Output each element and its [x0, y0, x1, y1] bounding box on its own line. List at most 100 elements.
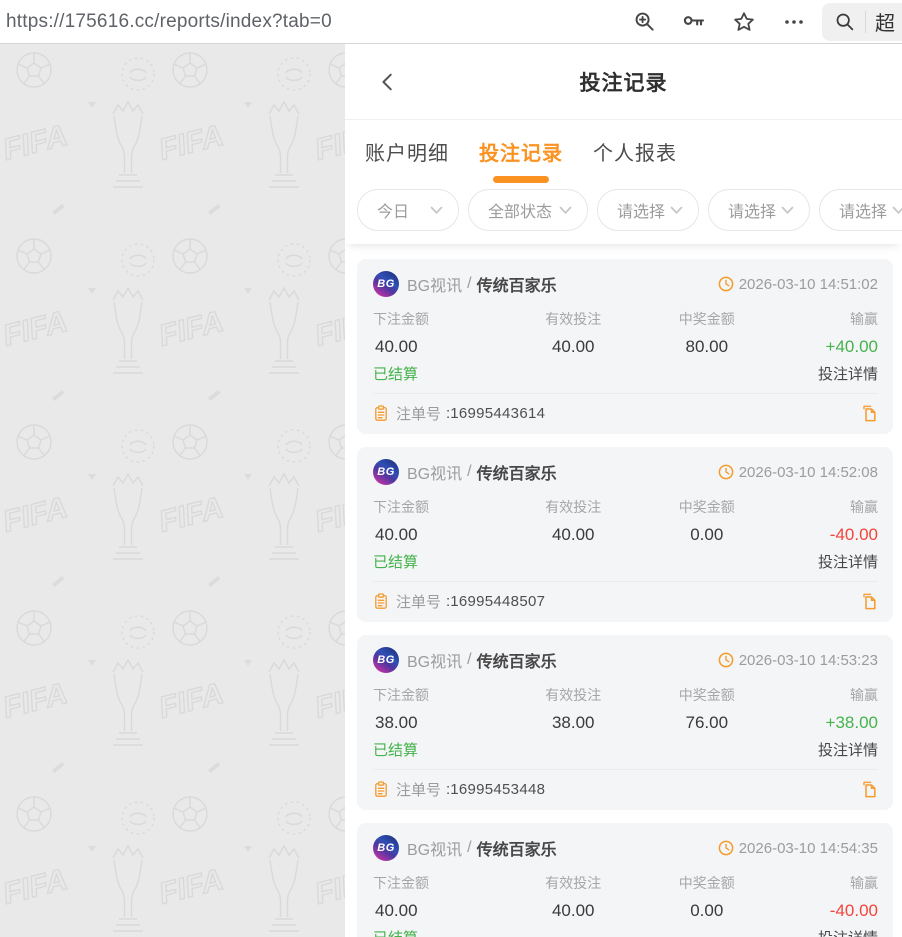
order-number-label: 注单号 — [396, 779, 441, 800]
bet-record-card: BG BG视讯 / 传统百家乐 2026-03-10 14:52:08 下注金额… — [357, 447, 893, 622]
bet-amount-value: 38.00 — [373, 713, 507, 733]
copy-order-icon[interactable] — [860, 592, 878, 611]
win-amount-label: 中奖金额 — [640, 685, 774, 705]
copy-order-icon[interactable] — [860, 780, 878, 799]
status-badge: 已结算 — [373, 363, 418, 384]
tab-underline — [607, 176, 663, 183]
tab-label: 账户明细 — [365, 137, 449, 166]
bet-time: 2026-03-10 14:51:02 — [739, 276, 878, 293]
tab-personal-report[interactable]: 个人报表 — [593, 137, 677, 186]
order-number-value: 16995443614 — [450, 405, 545, 422]
filter-label: 请选择 — [839, 198, 887, 222]
browser-address-bar: https://175616.cc/reports/index?tab=0 — [0, 0, 902, 44]
valid-bet-value: 38.00 — [507, 713, 641, 733]
order-note-icon — [373, 405, 389, 422]
copy-order-icon[interactable] — [860, 404, 878, 423]
more-menu-icon[interactable] — [782, 10, 806, 34]
status-badge: 已结算 — [373, 927, 418, 937]
fifa-watermark-background: FIFA — [0, 44, 345, 937]
tab-label: 个人报表 — [593, 137, 677, 166]
bookmark-star-icon[interactable] — [732, 10, 756, 34]
win-amount-value: 80.00 — [640, 337, 774, 357]
filter-date-dropdown[interactable]: 今日 — [357, 189, 459, 231]
profit-label: 输赢 — [774, 497, 878, 517]
valid-bet-label: 有效投注 — [507, 309, 641, 329]
back-chevron-icon — [377, 71, 399, 93]
provider-logo: BG — [373, 835, 399, 861]
bet-details-link[interactable]: 投注详情 — [818, 739, 878, 760]
bet-details-link[interactable]: 投注详情 — [818, 551, 878, 572]
filter-select-dropdown-3[interactable]: 请选择 — [819, 189, 902, 231]
search-query-text: 超 — [875, 7, 895, 36]
tab-underline — [493, 176, 549, 183]
search-separator — [865, 11, 866, 33]
valid-bet-label: 有效投注 — [507, 873, 641, 893]
profit-value: -40.00 — [774, 525, 878, 545]
provider-logo: BG — [373, 647, 399, 673]
profit-label: 输赢 — [774, 873, 878, 893]
url-display[interactable]: https://175616.cc/reports/index?tab=0 — [6, 11, 332, 33]
bet-record-list: BG BG视讯 / 传统百家乐 2026-03-10 14:51:02 下注金额… — [345, 244, 902, 937]
tab-account-detail[interactable]: 账户明细 — [365, 137, 449, 186]
filter-label: 请选择 — [617, 198, 665, 222]
provider-logo: BG — [373, 271, 399, 297]
chevron-down-icon — [892, 206, 902, 215]
bet-amount-value: 40.00 — [373, 337, 507, 357]
bet-details-link[interactable]: 投注详情 — [818, 927, 878, 937]
provider-name: BG视讯 — [407, 272, 462, 296]
bet-record-card: BG BG视讯 / 传统百家乐 2026-03-10 14:53:23 下注金额… — [357, 635, 893, 810]
valid-bet-label: 有效投注 — [507, 497, 641, 517]
game-name: 传统百家乐 — [477, 460, 557, 484]
bet-amount-label: 下注金额 — [373, 309, 507, 329]
filter-label: 今日 — [377, 198, 409, 222]
bet-amount-label: 下注金额 — [373, 497, 507, 517]
bet-time: 2026-03-10 14:54:35 — [739, 840, 878, 857]
status-badge: 已结算 — [373, 551, 418, 572]
valid-bet-value: 40.00 — [507, 901, 641, 921]
filter-status-dropdown[interactable]: 全部状态 — [468, 189, 588, 231]
back-button[interactable] — [373, 67, 403, 97]
provider-name: BG视讯 — [407, 460, 462, 484]
page-header: 投注记录 — [345, 44, 902, 120]
chevron-down-icon — [430, 206, 443, 215]
key-icon[interactable] — [682, 10, 706, 34]
profit-value: +40.00 — [774, 337, 878, 357]
provider-name: BG视讯 — [407, 836, 462, 860]
win-amount-label: 中奖金额 — [640, 309, 774, 329]
zoom-in-icon[interactable] — [632, 10, 656, 34]
win-amount-value: 0.00 — [640, 901, 774, 921]
valid-bet-value: 40.00 — [507, 525, 641, 545]
filter-select-dropdown-1[interactable]: 请选择 — [597, 189, 699, 231]
profit-value: +38.00 — [774, 713, 878, 733]
bet-amount-value: 40.00 — [373, 525, 507, 545]
tab-bet-records[interactable]: 投注记录 — [479, 137, 563, 186]
filter-label: 全部状态 — [488, 198, 552, 222]
game-name: 传统百家乐 — [477, 648, 557, 672]
chevron-down-icon — [781, 206, 794, 215]
bet-record-card: BG BG视讯 / 传统百家乐 2026-03-10 14:54:35 下注金额… — [357, 823, 893, 937]
reports-panel: 投注记录 账户明细 投注记录 个人报表 今日 全部状态 — [345, 44, 902, 937]
order-number-value: 16995448507 — [450, 593, 545, 610]
tab-label: 投注记录 — [479, 137, 563, 166]
search-icon — [834, 11, 855, 32]
win-amount-value: 0.00 — [640, 525, 774, 545]
order-number-value: 16995453448 — [450, 781, 545, 798]
chevron-down-icon — [670, 206, 683, 215]
provider-game-separator: / — [467, 463, 471, 481]
provider-game-separator: / — [467, 275, 471, 293]
bet-amount-value: 40.00 — [373, 901, 507, 921]
order-note-icon — [373, 781, 389, 798]
filter-select-dropdown-2[interactable]: 请选择 — [708, 189, 810, 231]
profit-label: 输赢 — [774, 685, 878, 705]
chevron-down-icon — [559, 206, 572, 215]
order-note-icon — [373, 593, 389, 610]
browser-search-box[interactable]: 超 — [822, 3, 902, 41]
page-title: 投注记录 — [580, 67, 668, 97]
game-name: 传统百家乐 — [477, 272, 557, 296]
bet-amount-label: 下注金额 — [373, 685, 507, 705]
bet-record-card: BG BG视讯 / 传统百家乐 2026-03-10 14:51:02 下注金额… — [357, 259, 893, 434]
win-amount-label: 中奖金额 — [640, 873, 774, 893]
valid-bet-value: 40.00 — [507, 337, 641, 357]
win-amount-value: 76.00 — [640, 713, 774, 733]
bet-details-link[interactable]: 投注详情 — [818, 363, 878, 384]
